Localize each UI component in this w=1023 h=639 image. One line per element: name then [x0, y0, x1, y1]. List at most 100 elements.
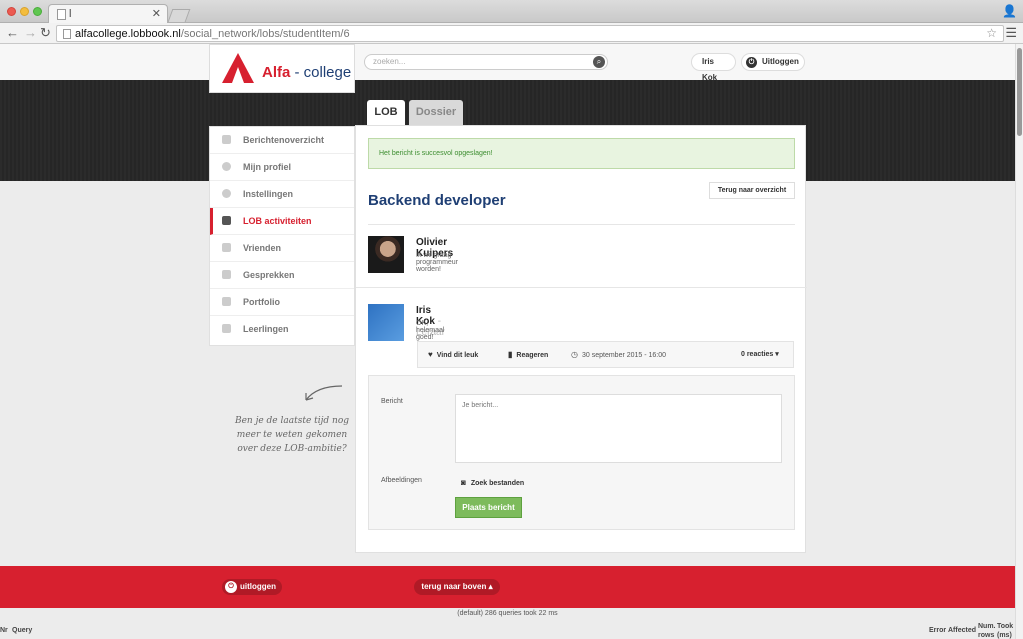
- back-to-top-button[interactable]: terug naar boven ▴: [414, 579, 500, 595]
- close-window-icon[interactable]: [7, 7, 16, 16]
- page-content: Alfa - college zoeken... ⌕ Iris Kok ⏻ Ui…: [0, 44, 1015, 639]
- sidebar-item-instellingen[interactable]: Instellingen: [210, 181, 354, 208]
- browse-files-button[interactable]: ◙ Zoek bestanden: [461, 478, 524, 487]
- sidebar-item-label: Berichtenoverzicht: [243, 135, 325, 145]
- column-affected: Affected: [948, 627, 977, 634]
- back-to-top-label: terug naar boven: [421, 582, 487, 591]
- maximize-window-icon[interactable]: [33, 7, 42, 16]
- reactions-dropdown[interactable]: 0 reacties ▾: [741, 350, 779, 358]
- column-num-rows: Num. rows: [978, 623, 996, 639]
- heart-icon: ♥: [428, 350, 433, 359]
- page-icon: [63, 29, 71, 39]
- sidebar-item-lob-activiteiten[interactable]: LOB activiteiten: [210, 208, 354, 235]
- bookmark-star-icon[interactable]: ☆: [986, 26, 997, 40]
- column-error: Error: [929, 627, 947, 634]
- sidebar-item-portfolio[interactable]: Portfolio: [210, 289, 354, 316]
- power-icon: ⏻: [746, 57, 757, 68]
- comment-actions: ♥ Vind dit leuk ▮ Reageren ◷ 30 september 2…: [417, 341, 794, 368]
- page-icon: [57, 9, 66, 20]
- logo[interactable]: Alfa - college: [209, 44, 355, 93]
- document-icon: [222, 216, 231, 225]
- column-query: Query: [12, 627, 33, 634]
- date-label: 30 september 2015 - 16:00: [581, 352, 667, 359]
- like-button[interactable]: ♥ Vind dit leuk: [428, 350, 478, 359]
- user-name-button[interactable]: Iris Kok: [691, 53, 736, 82]
- new-tab-button[interactable]: [167, 9, 191, 22]
- footer: ⏻ uitloggen terug naar boven ▴: [0, 566, 1015, 608]
- sidebar-item-label: Leerlingen: [243, 324, 289, 334]
- chat-icon: [222, 270, 231, 279]
- tab-lob[interactable]: LOB: [367, 100, 405, 125]
- main-card: Het bericht is succesvol opgeslagen! Ter…: [355, 125, 807, 553]
- column-nr: Nr: [0, 627, 8, 634]
- back-arrow-icon[interactable]: ←: [6, 25, 19, 40]
- friends-icon: [222, 243, 231, 252]
- logout-label: Uitloggen: [762, 57, 799, 66]
- tab-title: l: [69, 8, 72, 20]
- footer-logout-button[interactable]: ⏻ uitloggen: [222, 579, 282, 595]
- submit-post-button[interactable]: Plaats bericht: [455, 497, 522, 518]
- sidebar-item-label: LOB activiteiten: [243, 216, 312, 226]
- student-avatar[interactable]: [368, 236, 404, 273]
- search-placeholder: zoeken...: [373, 57, 406, 66]
- search-icon[interactable]: ⌕: [593, 56, 605, 68]
- divider: [368, 224, 795, 225]
- message-textarea[interactable]: [455, 394, 782, 463]
- logout-button[interactable]: ⏻ Uitloggen: [741, 53, 805, 71]
- close-tab-icon[interactable]: ✕: [152, 7, 161, 20]
- browser-tab-bar: l ✕ 👤: [0, 0, 1023, 24]
- students-icon: [222, 324, 231, 333]
- like-label: Vind dit leuk: [436, 352, 479, 359]
- user-icon: [222, 162, 231, 171]
- curved-arrow-icon: [305, 385, 343, 401]
- reactions-label: 0 reacties: [741, 351, 774, 358]
- commenter-avatar[interactable]: [368, 304, 404, 341]
- sidebar-item-berichtenoverzicht[interactable]: Berichtenoverzicht: [210, 127, 354, 154]
- profile-icon[interactable]: 👤: [1002, 4, 1017, 18]
- success-alert: Het bericht is succesvol opgeslagen!: [368, 138, 795, 169]
- divider: [356, 287, 807, 288]
- sidebar-item-label: Instellingen: [243, 189, 294, 199]
- message-label: Bericht: [381, 398, 403, 405]
- column-took: Took (ms): [997, 623, 1014, 639]
- images-label: Afbeeldingen: [381, 477, 422, 484]
- handwritten-note: Ben je de laatste tijd nog meer te weten…: [234, 416, 350, 454]
- url-text: alfacollege.lobbook.nl/social_network/lo…: [75, 28, 350, 40]
- menu-icon[interactable]: ☰: [1005, 25, 1017, 41]
- back-to-overview-button[interactable]: Terug naar overzicht: [709, 182, 795, 199]
- minimize-window-icon[interactable]: [20, 7, 29, 16]
- scrollbar[interactable]: [1015, 44, 1023, 639]
- settings-icon: [222, 189, 231, 198]
- scrollbar-thumb[interactable]: [1017, 48, 1022, 136]
- sidebar-item-vrienden[interactable]: Vrienden: [210, 235, 354, 262]
- sidebar-item-label: Portfolio: [243, 297, 280, 307]
- camera-icon: ◙: [461, 478, 466, 487]
- url-path: /social_network/lobs/studentItem/6: [180, 28, 350, 40]
- comment-text: OK, helemaal goed!: [416, 320, 445, 341]
- logo-main-text: Alfa: [262, 64, 291, 81]
- reload-icon[interactable]: ↻: [40, 25, 51, 41]
- reply-form: Bericht Afbeeldingen ◙ Zoek bestanden Pla…: [368, 375, 795, 530]
- logo-sub-text: - college: [294, 64, 352, 81]
- sidebar-item-label: Mijn profiel: [243, 162, 291, 172]
- sidebar-item-gesprekken[interactable]: Gesprekken: [210, 262, 354, 289]
- portfolio-icon: [222, 297, 231, 306]
- forward-arrow-icon[interactable]: →: [24, 25, 37, 40]
- url-host: alfacollege.lobbook.nl: [75, 28, 181, 40]
- address-bar-row: ← → ↻ alfacollege.lobbook.nl/social_netw…: [0, 23, 1023, 44]
- page-title: Backend developer: [368, 192, 506, 209]
- sidebar-item-mijn-profiel[interactable]: Mijn profiel: [210, 154, 354, 181]
- url-field[interactable]: alfacollege.lobbook.nl/social_network/lo…: [56, 25, 1004, 42]
- sidebar-item-label: Vrienden: [243, 243, 282, 253]
- reply-label: Reageren: [516, 352, 549, 359]
- clock-icon: ◷: [571, 350, 578, 359]
- browser-tab[interactable]: l ✕: [48, 4, 168, 24]
- speech-bubble-icon: ▮: [508, 350, 513, 359]
- reply-button[interactable]: ▮ Reageren: [508, 350, 548, 359]
- tab-dossier[interactable]: Dossier: [409, 100, 463, 125]
- comment-date: ◷ 30 september 2015 - 16:00: [571, 350, 666, 359]
- search-input[interactable]: zoeken... ⌕: [364, 54, 608, 70]
- caret-up-icon: ▴: [488, 582, 493, 591]
- sidebar: Berichtenoverzicht Mijn profiel Instelli…: [209, 126, 355, 346]
- sidebar-item-leerlingen[interactable]: Leerlingen: [210, 316, 354, 343]
